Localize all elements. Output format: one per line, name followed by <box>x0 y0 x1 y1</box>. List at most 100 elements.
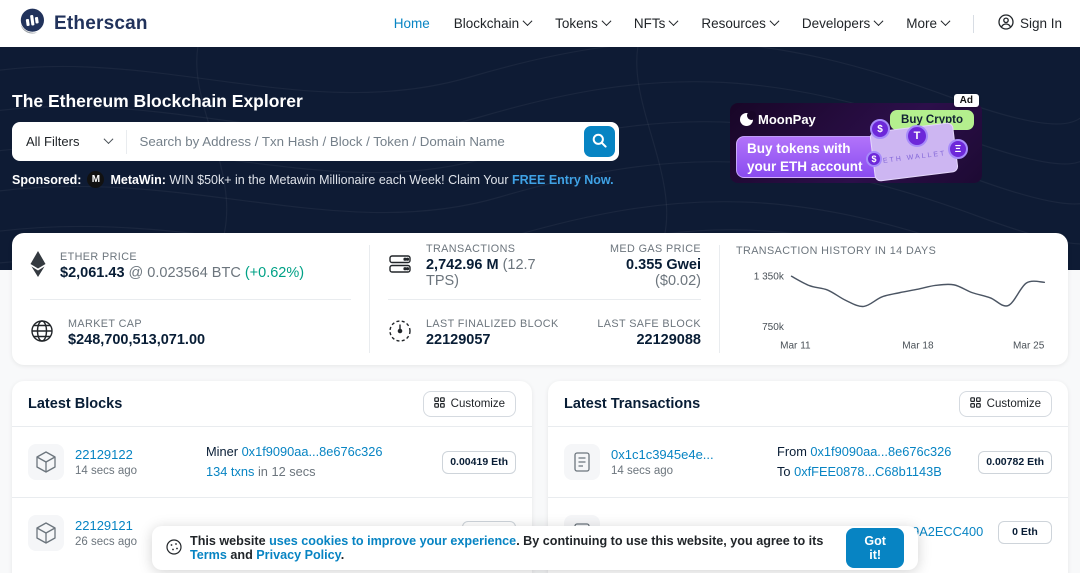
latest-transactions-title: Latest Transactions <box>564 396 700 412</box>
ether-price-value[interactable]: $2,061.43 @ 0.023564 BTC (+0.62%) <box>60 265 304 281</box>
finalized-block-value[interactable]: 22129057 <box>426 332 559 348</box>
transactions-value[interactable]: 2,742.96 M (12.7 TPS) <box>426 257 567 289</box>
chevron-down-icon <box>874 16 884 26</box>
customize-button[interactable]: Customize <box>959 391 1052 417</box>
globe-icon <box>30 319 54 348</box>
search-input[interactable] <box>127 134 584 149</box>
finalized-block-label: LAST FINALIZED BLOCK <box>426 318 559 330</box>
block-number-link[interactable]: 22129122 <box>75 447 195 462</box>
sponsor-link[interactable]: FREE Entry Now. <box>512 173 614 187</box>
page-title: The Ethereum Blockchain Explorer <box>12 91 303 112</box>
cookie-policy-link[interactable]: uses cookies to improve your experience <box>269 534 516 548</box>
nav-item-nfts[interactable]: NFTs <box>634 16 678 31</box>
chevron-down-icon <box>601 16 611 26</box>
svg-text:Mar 18: Mar 18 <box>902 340 934 351</box>
sign-in-button[interactable]: Sign In <box>998 14 1062 33</box>
terms-link[interactable]: Terms <box>190 548 227 562</box>
moonpay-icon <box>740 113 753 126</box>
brand-name: Etherscan <box>54 13 148 35</box>
gauge-icon <box>388 319 412 348</box>
nav-item-home[interactable]: Home <box>394 16 430 31</box>
ad-badge: Ad <box>954 94 979 107</box>
grid-icon <box>434 397 445 411</box>
ether-price-label: ETHER PRICE <box>60 251 304 263</box>
etherscan-logo-icon <box>18 7 46 40</box>
coin-icon: Ξ <box>948 139 968 159</box>
med-gas-label: MED GAS PRICE <box>581 243 701 255</box>
block-age: 14 secs ago <box>75 465 195 477</box>
txn-amount-badge: 0 Eth <box>998 521 1052 544</box>
block-row: 22129122 14 secs ago Miner 0x1f9090aa...… <box>12 427 532 497</box>
got-it-button[interactable]: Got it! <box>846 528 904 568</box>
chevron-down-icon <box>941 16 951 26</box>
metawin-icon: M <box>87 171 104 188</box>
top-navigation: Etherscan Home Blockchain Tokens NFTs Re… <box>0 0 1080 47</box>
svg-text:1 350k: 1 350k <box>754 271 785 282</box>
transaction-row: 0x1c1c3945e4e... 14 secs ago From 0x1f90… <box>548 427 1068 497</box>
chevron-down-icon <box>769 16 779 26</box>
txn-amount-badge: 0.00782 Eth <box>978 451 1052 474</box>
coin-icon: T <box>906 125 928 147</box>
block-reward-badge: 0.00419 Eth <box>442 451 516 474</box>
safe-block-label: LAST SAFE BLOCK <box>597 318 701 330</box>
cube-icon <box>28 515 64 551</box>
miner-link[interactable]: 0x1f9090aa...8e676c326 <box>242 444 383 459</box>
txn-hash-link[interactable]: 0x1c1c3945e4e... <box>611 447 766 462</box>
transaction-history-chart: TRANSACTION HISTORY IN 14 DAYS 1 350k 75… <box>720 233 1068 365</box>
chevron-down-icon <box>104 134 114 144</box>
to-address-link[interactable]: 0xfFEE0878...C68b1143B <box>794 464 942 479</box>
svg-text:750k: 750k <box>762 322 785 333</box>
filter-dropdown[interactable]: All Filters <box>12 134 126 149</box>
nav-item-more[interactable]: More <box>906 16 949 31</box>
nav-links: Home Blockchain Tokens NFTs Resources De… <box>394 14 1062 33</box>
cube-icon <box>28 444 64 480</box>
transactions-label: TRANSACTIONS <box>426 243 567 255</box>
chevron-down-icon <box>523 16 533 26</box>
cookie-consent-banner: This website uses cookies to improve you… <box>152 526 918 570</box>
moonpay-brand: MoonPay <box>740 112 816 127</box>
network-stats-card: ETHER PRICE $2,061.43 @ 0.023564 BTC (+0… <box>12 233 1068 365</box>
from-address-link[interactable]: 0x1f9090aa...8e676c326 <box>810 444 951 459</box>
sponsor-name: MetaWin: <box>110 173 165 187</box>
cookie-icon <box>166 539 182 558</box>
search-icon <box>592 133 607 151</box>
safe-block-value[interactable]: 22129088 <box>597 332 701 348</box>
svg-text:Mar 11: Mar 11 <box>780 340 811 351</box>
line-chart: 1 350k 750k Mar 11 Mar 18 Mar 25 <box>736 259 1052 359</box>
cookie-text: This website uses cookies to improve you… <box>190 534 828 562</box>
to-label: To <box>777 464 794 479</box>
coin-icon: $ <box>866 151 882 167</box>
chevron-down-icon <box>669 16 679 26</box>
chart-title: TRANSACTION HISTORY IN 14 DAYS <box>736 245 1052 257</box>
nav-item-developers[interactable]: Developers <box>802 16 882 31</box>
nav-item-blockchain[interactable]: Blockchain <box>454 16 531 31</box>
coin-icon: $ <box>870 119 890 139</box>
moonpay-ad-banner[interactable]: Ad MoonPay Buy Crypto Buy tokens with yo… <box>730 103 982 183</box>
block-duration: in 12 secs <box>254 464 315 479</box>
txn-age: 14 secs ago <box>611 465 766 477</box>
txns-link[interactable]: 134 txns <box>206 464 254 479</box>
med-gas-value[interactable]: 0.355 Gwei ($0.02) <box>581 257 701 289</box>
search-bar: All Filters <box>12 122 619 161</box>
nav-item-resources[interactable]: Resources <box>701 16 778 31</box>
miner-label: Miner <box>206 444 242 459</box>
nav-item-tokens[interactable]: Tokens <box>555 16 610 31</box>
svg-text:Mar 25: Mar 25 <box>1013 340 1045 351</box>
from-label: From <box>777 444 810 459</box>
etherscan-brand[interactable]: Etherscan <box>18 7 148 40</box>
market-cap-value[interactable]: $248,700,513,071.00 <box>68 332 205 348</box>
sponsored-banner: Sponsored: M MetaWin: WIN $50k+ in the M… <box>12 171 614 188</box>
market-cap-label: MARKET CAP <box>68 318 205 330</box>
sponsored-label: Sponsored: <box>12 173 81 187</box>
grid-icon <box>970 397 981 411</box>
privacy-policy-link[interactable]: Privacy Policy <box>256 548 340 562</box>
search-button[interactable] <box>584 126 615 157</box>
latest-blocks-title: Latest Blocks <box>28 396 122 412</box>
nav-separator <box>973 15 974 33</box>
document-icon <box>564 444 600 480</box>
server-icon <box>388 253 412 280</box>
eth-diamond-icon <box>30 251 46 282</box>
sponsor-text: WIN $50k+ in the Metawin Millionaire eac… <box>166 173 512 187</box>
customize-button[interactable]: Customize <box>423 391 516 417</box>
user-icon <box>998 14 1014 33</box>
